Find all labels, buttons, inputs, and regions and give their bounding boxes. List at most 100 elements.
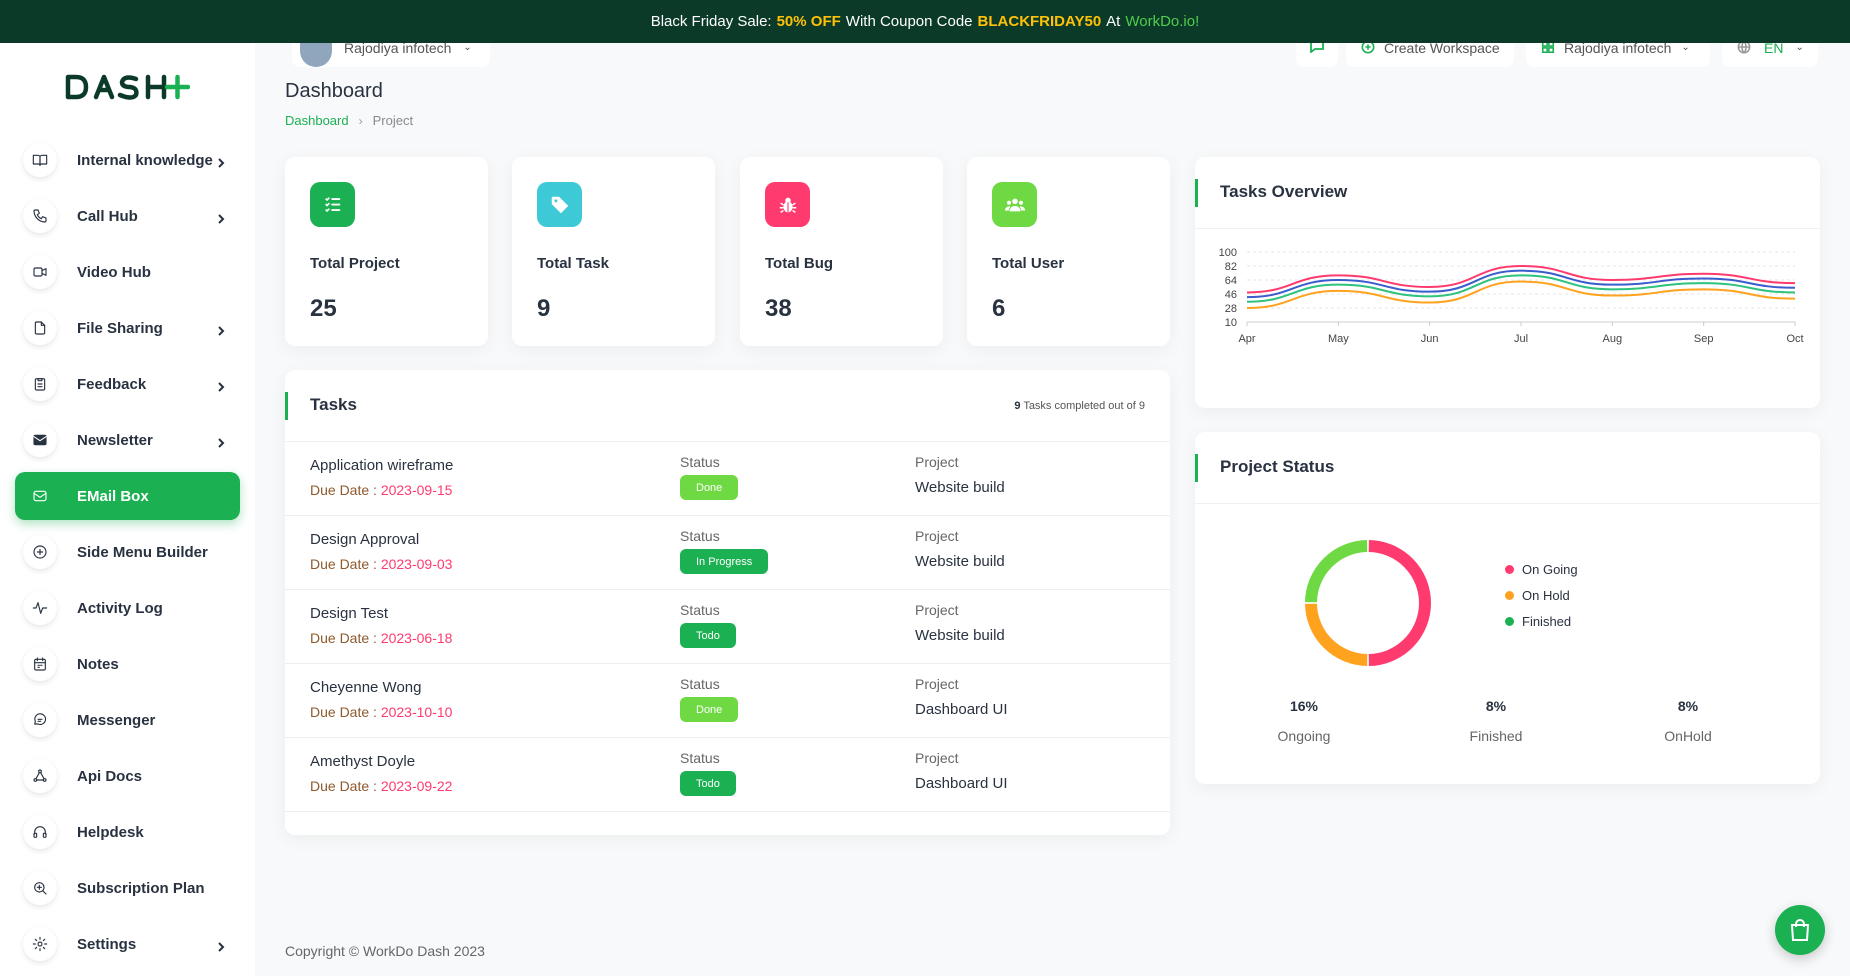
chevron-down-icon: ⌄ [1795,42,1804,53]
sidebar-item-file-sharing[interactable]: File Sharing [15,304,240,352]
legend-dot [1505,617,1514,626]
task-status-label: Status [680,454,720,470]
sidebar-item-label: File Sharing [77,319,163,337]
project-status-card: Project Status On Going On Hold Finished… [1195,432,1820,784]
tasks-header: Tasks 9 Tasks completed out of 9 [285,370,1170,442]
task-row[interactable]: Amethyst Doyle Due Date : 2023-09-22 Statu… [285,738,1170,812]
y-tick-label: 10 [1225,317,1237,329]
task-due-label: Due Date : [310,482,377,498]
sidebar-item-messenger[interactable]: Messenger [15,696,240,744]
create-workspace-button[interactable]: Create Workspace [1346,40,1514,67]
task-due-date: Due Date : 2023-06-18 [310,630,452,646]
stat-label: Total Bug [765,255,834,272]
breadcrumb-current: Project [372,113,414,128]
task-status-badge: Todo [680,623,736,648]
sidebar-item-label: Helpdesk [77,823,144,841]
overview-header: Tasks Overview [1195,157,1820,229]
search-plan-icon [23,871,57,905]
sidebar-item-call-hub[interactable]: Call Hub [15,192,240,240]
legend-on-going: On Going [1505,562,1578,577]
file-icon [23,311,57,345]
task-status-label: Status [680,528,720,544]
plus-circle-icon [23,535,57,569]
list-icon [324,196,340,212]
legend-on-hold: On Hold [1505,588,1570,603]
calendar-icon [23,647,57,681]
overview-title: Tasks Overview [1220,182,1348,201]
x-tick-label: Aug [1603,333,1623,345]
mail-icon [23,479,57,513]
page-title: Dashboard [285,80,383,102]
video-icon [23,255,57,289]
users-icon [1004,198,1025,211]
chevron-down-icon: ⌄ [463,42,472,53]
sidebar-item-label: Settings [77,935,137,953]
sidebar-item-label: Video Hub [77,263,151,281]
sidebar-item-internal-knowledge[interactable]: Internal knowledge [15,136,240,184]
message-button[interactable] [1296,40,1338,67]
stat-finished: 8% Finished [1436,698,1556,744]
chevron-down-icon: ⌄ [1681,42,1690,53]
sidebar-item-api-docs[interactable]: Api Docs [15,752,240,800]
clipboard-icon [23,367,57,401]
sidebar-item-label: EMail Box [77,487,149,505]
promo-site-link[interactable]: WorkDo.io! [1125,13,1199,30]
sidebar-item-notes[interactable]: Notes [15,640,240,688]
promo-discount: 50% OFF [776,13,841,30]
sidebar-item-label: Notes [77,655,119,673]
y-tick-label: 82 [1225,261,1237,273]
sidebar-item-email-box[interactable]: EMail Box [15,472,240,520]
tasks-overview-line-chart: 10 28 46 64 82 100 Apr May Jun Jul Aug Sep Oct [1219,247,1804,345]
legend-finished: Finished [1505,614,1571,629]
task-row[interactable]: Design Approval Due Date : 2023-09-03 Stat… [285,516,1170,590]
sidebar-item-helpdesk[interactable]: Helpdesk [15,808,240,856]
task-row[interactable]: Design Test Due Date : 2023-06-18 Status To… [285,590,1170,664]
sidebar-item-label: Newsletter [77,431,153,449]
headphones-icon [23,815,57,849]
language-selector[interactable]: EN ⌄ [1722,40,1818,67]
breadcrumb: Dashboard › Project [285,113,413,128]
stat-value: 25 [310,295,337,322]
chevron-right-icon: › [358,113,363,128]
sidebar-item-feedback[interactable]: Feedback [15,360,240,408]
bug-icon [779,197,796,213]
stat-onhold-label: OnHold [1664,728,1712,744]
stat-ongoing: 16% Ongoing [1244,698,1364,744]
donut-slice [1368,540,1431,666]
task-name: Cheyenne Wong [310,679,422,696]
sidebar-item-video-hub[interactable]: Video Hub [15,248,240,296]
sidebar-item-activity-log[interactable]: Activity Log [15,584,240,632]
tag-icon [551,196,568,213]
task-due-label: Due Date : [310,630,377,646]
accent-bar [1195,454,1198,482]
y-tick-label: 100 [1219,247,1237,259]
task-due-label: Due Date : [310,778,377,794]
cart-button[interactable] [1775,905,1825,955]
sidebar-item-label: Subscription Plan [77,879,205,897]
task-row[interactable]: Cheyenne Wong Due Date : 2023-10-10 Status… [285,664,1170,738]
sidebar-item-label: Activity Log [77,599,163,617]
nodes-icon [23,759,57,793]
project-status-header: Project Status [1195,432,1820,504]
tasks-completed-count: 9 [1014,400,1021,412]
tasks-title: Tasks [310,395,357,414]
sidebar-item-label: Messenger [77,711,156,729]
sidebar-item-side-menu-builder[interactable]: Side Menu Builder [15,528,240,576]
sidebar-item-newsletter[interactable]: Newsletter [15,416,240,464]
task-row[interactable]: Application wireframe Due Date : 2023-09-… [285,442,1170,516]
stat-label: Total User [992,255,1065,272]
user-menu[interactable]: Rajodiya infotech ⌄ [1526,40,1710,67]
sidebar: Internal knowledge Call Hub Video Hub Fi… [0,43,255,976]
task-name: Application wireframe [310,457,454,474]
task-due-date: Due Date : 2023-09-15 [310,482,452,498]
workspace-selector[interactable]: Rajodiya infotech ⌄ [292,40,490,67]
x-tick-label: Oct [1786,333,1803,345]
task-project-label: Project [915,454,959,470]
legend-label: On Hold [1522,588,1570,603]
sidebar-item-settings[interactable]: Settings [15,920,240,968]
stat-finished-value: 8% [1485,698,1507,714]
dash-logo[interactable] [64,73,191,106]
sidebar-item-subscription-plan[interactable]: Subscription Plan [15,864,240,912]
shopping-bag-icon [1790,919,1810,941]
breadcrumb-link-dashboard[interactable]: Dashboard [285,113,349,128]
